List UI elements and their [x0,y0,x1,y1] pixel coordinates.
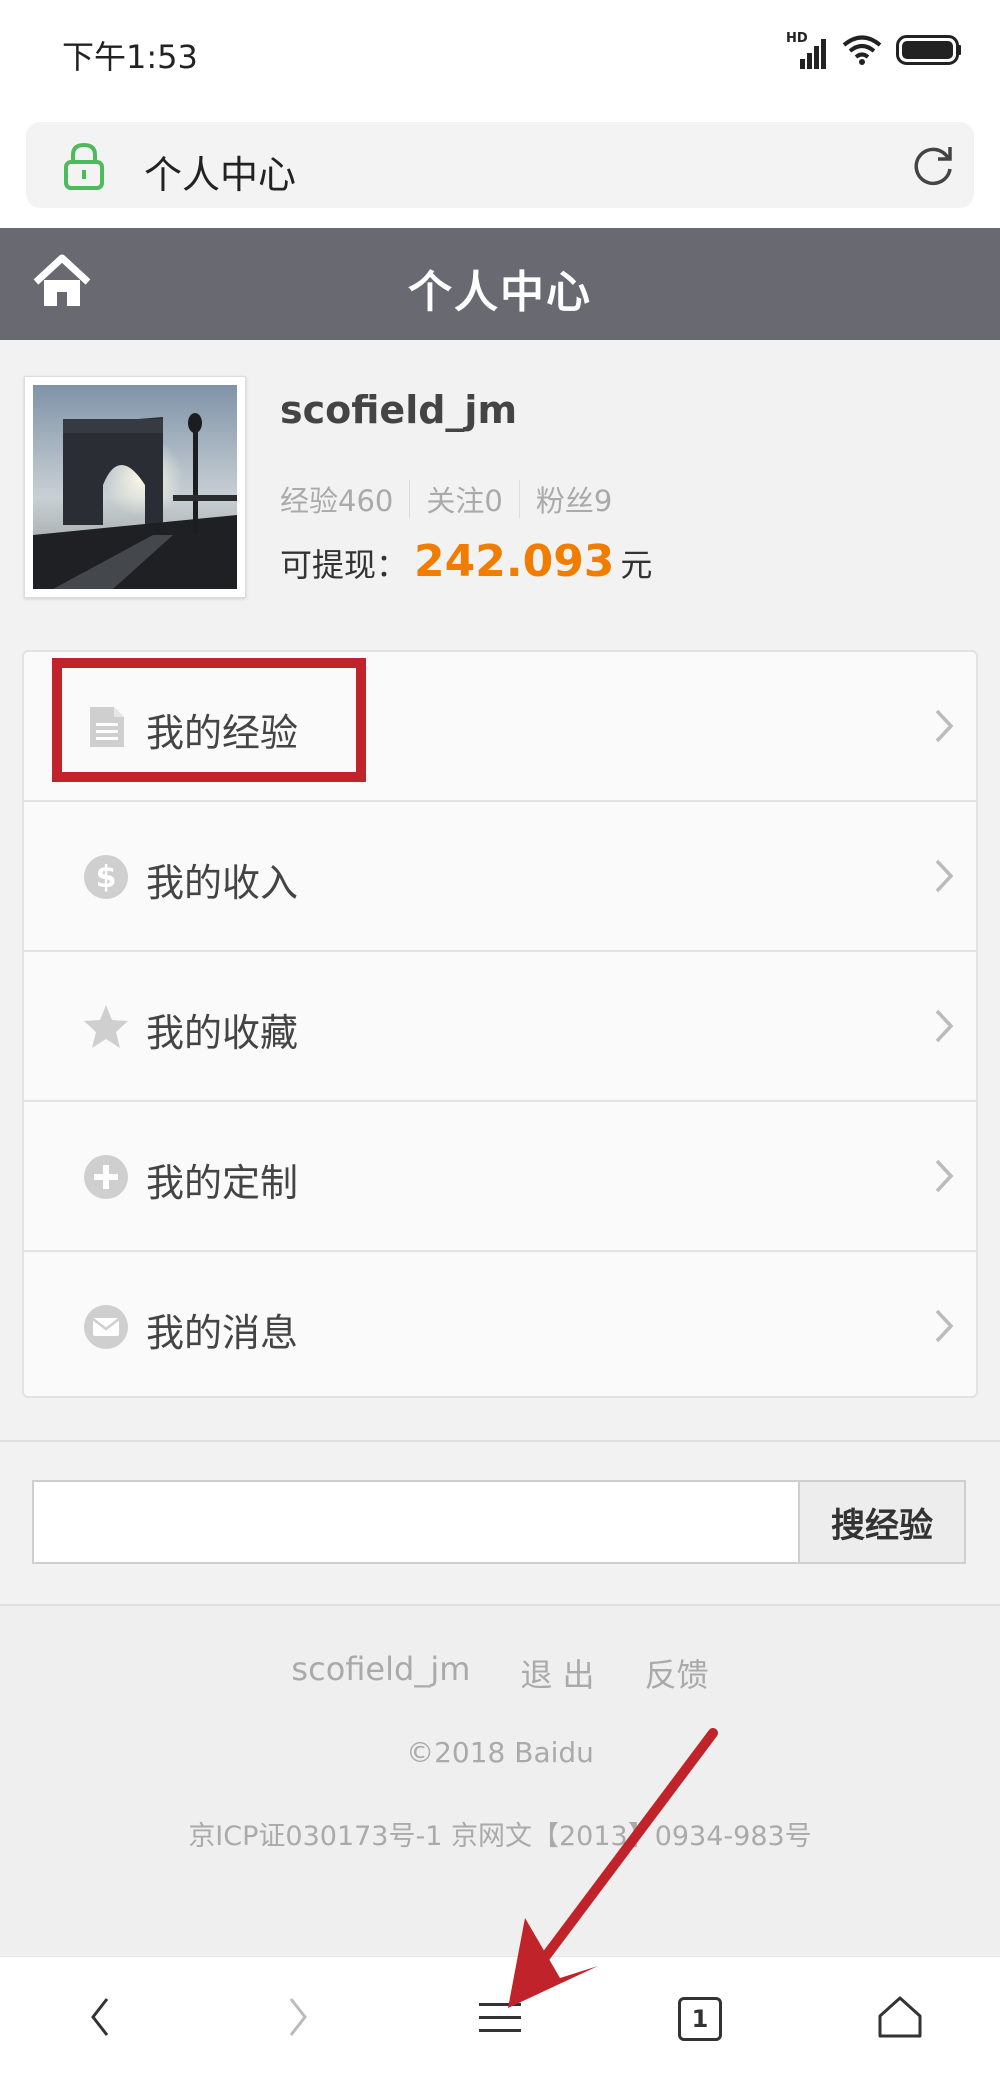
forward-button[interactable] [268,1989,328,2049]
footer-link-username[interactable]: scofield_jm [291,1650,470,1696]
search-input[interactable] [32,1480,800,1564]
menu-button[interactable] [470,1989,530,2049]
chevron-left-icon [89,1996,111,2042]
menu-item-my-customization[interactable]: 我的定制 [24,1102,976,1252]
icp-license: 京ICP证030173号-1 京网文【2013】0934-983号 [188,1821,812,1852]
browser-address-area: 个人中心 [0,110,1000,228]
menu-item-my-experience[interactable]: 我的经验 [24,652,976,802]
chevron-right-icon [287,1996,309,2042]
balance-label: 可提现： [280,546,409,584]
profile-stats: 经验460 关注0 粉丝9 [280,478,612,520]
envelope-icon [82,1303,130,1351]
status-time: 下午1:53 [62,38,198,76]
network-label: HD [786,31,808,46]
menu-list: 我的经验 $ 我的收入 我的收藏 我的定制 我的消息 [22,650,978,1398]
wifi-icon [842,34,882,70]
plus-icon [82,1153,130,1201]
menu-item-label: 我的定制 [146,1161,299,1205]
signal-icon: HD [786,31,828,69]
chevron-right-icon [934,858,954,898]
menu-item-label: 我的收藏 [146,1011,299,1055]
status-bar: 下午1:53 HD [0,0,1000,110]
page-title: 个人中心 [408,267,592,318]
back-button[interactable] [70,1989,130,2049]
menu-item-label: 我的消息 [146,1311,299,1355]
avatar[interactable] [24,376,246,598]
balance-unit: 元 [620,546,653,584]
star-icon [82,1003,130,1051]
divider [409,480,411,518]
page-header: 个人中心 [0,228,1000,340]
url-title: 个人中心 [144,153,297,197]
stat-experience[interactable]: 经验460 [280,478,393,520]
divider [518,480,520,518]
reload-icon[interactable] [910,142,956,192]
dollar-icon: $ [82,853,130,901]
home-outline-icon [876,1994,924,2044]
url-bar[interactable]: 个人中心 [26,122,974,208]
search-button[interactable]: 搜经验 [798,1480,966,1564]
chevron-right-icon [934,1308,954,1348]
balance-amount: 242.093 [414,536,615,587]
search-area: 搜经验 [0,1440,1000,1606]
menu-item-label: 我的收入 [146,861,299,905]
menu-item-my-favorites[interactable]: 我的收藏 [24,952,976,1102]
menu-item-my-income[interactable]: $ 我的收入 [24,802,976,952]
balance-row: 可提现： 242.093 元 [280,536,652,587]
system-icons: HD [786,30,962,74]
browser-toolbar: 1 [0,1956,1000,2078]
stat-followers[interactable]: 粉丝9 [536,478,612,520]
home-button[interactable] [870,1989,930,2049]
tabs-button[interactable]: 1 [670,1989,730,2049]
footer-link-logout[interactable]: 退 出 [520,1650,594,1696]
profile-section: scofield_jm 经验460 关注0 粉丝9 可提现： 242.093 元 [0,340,1000,630]
menu-item-my-messages[interactable]: 我的消息 [24,1252,976,1402]
avatar-image [33,385,237,589]
chevron-right-icon [934,1008,954,1048]
screen: 下午1:53 HD 个人中心 个人中心 scofield_jm 经验460 关注… [0,0,1000,2078]
copyright: ©2018 Baidu [406,1736,594,1769]
tab-count: 1 [678,1997,722,2041]
highlight-box [52,658,366,782]
username: scofield_jm [280,388,518,432]
chevron-right-icon [934,708,954,748]
battery-icon [896,35,962,69]
lock-icon [62,142,106,194]
footer: scofield_jm 退 出 反馈 ©2018 Baidu 京ICP证0301… [0,1606,1000,1956]
footer-link-feedback[interactable]: 反馈 [645,1650,709,1696]
stat-following[interactable]: 关注0 [426,478,502,520]
chevron-right-icon [934,1158,954,1198]
footer-links: scofield_jm 退 出 反馈 [0,1650,1000,1696]
hamburger-icon [477,1997,523,2041]
svg-text:$: $ [96,860,117,895]
